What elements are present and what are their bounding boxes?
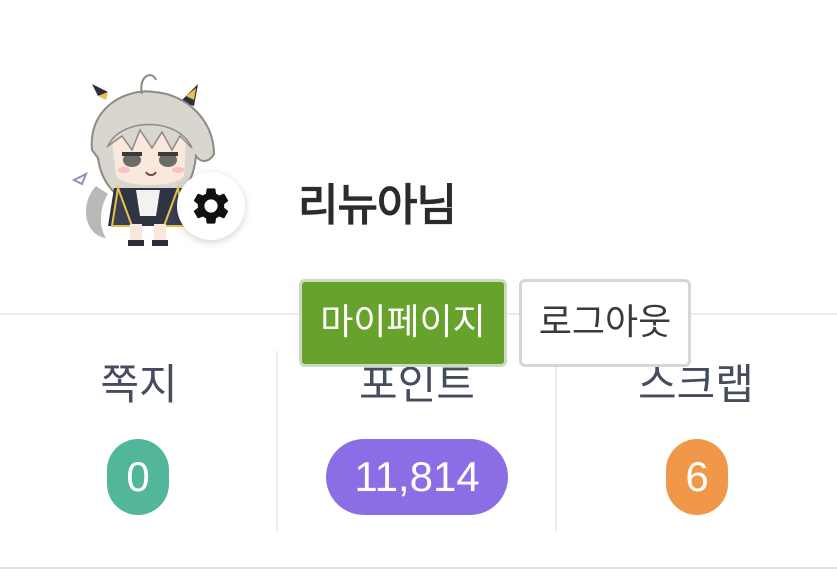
logout-button[interactable]: 로그아웃	[519, 279, 691, 367]
points-count-badge: 11,814	[326, 439, 508, 515]
mypage-button[interactable]: 마이페이지	[299, 279, 507, 367]
username: 리뉴아님	[298, 180, 457, 231]
stat-label: 쪽지	[100, 360, 178, 409]
gear-icon	[193, 188, 229, 224]
profile-card: 리뉴아님	[0, 0, 837, 315]
messages-count-badge: 0	[107, 439, 169, 515]
profile-settings-button[interactable]	[177, 172, 245, 240]
scraps-count-badge: 6	[666, 439, 728, 515]
stat-messages[interactable]: 쪽지 0	[0, 315, 278, 567]
bottom-divider	[0, 567, 837, 569]
